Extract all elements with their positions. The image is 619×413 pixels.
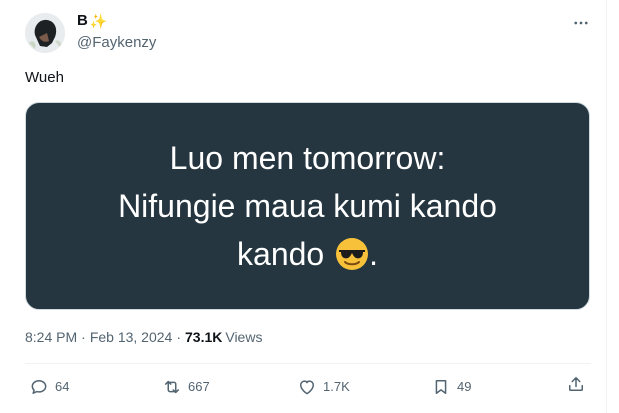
divider bbox=[25, 363, 591, 364]
media-line-3: kando . bbox=[73, 230, 543, 278]
avatar-image bbox=[25, 13, 65, 53]
share-icon bbox=[569, 377, 583, 391]
repost-count: 667 bbox=[188, 379, 210, 394]
bookmark-button[interactable]: 49 bbox=[431, 374, 471, 400]
tweet-text: Wueh bbox=[25, 69, 64, 86]
author-name-row[interactable]: B ✨ bbox=[77, 12, 107, 30]
like-button[interactable]: 1.7K bbox=[297, 374, 350, 400]
bookmark-icon bbox=[435, 380, 447, 394]
meta-separator: · bbox=[81, 329, 86, 345]
media-line-3-text: kando bbox=[237, 236, 325, 272]
media-line-3-punct: . bbox=[369, 236, 378, 272]
media-line-2: Nifungie maua kumi kando bbox=[118, 188, 497, 224]
avatar[interactable] bbox=[25, 13, 65, 53]
tweet-card: B ✨ @Faykenzy Wueh Luo men tomorrow: Nif… bbox=[0, 0, 607, 413]
media-line-1: Luo men tomorrow: bbox=[169, 140, 446, 176]
more-options-button[interactable] bbox=[570, 12, 592, 34]
meta-separator: · bbox=[176, 329, 181, 345]
more-dots-icon bbox=[574, 21, 588, 25]
reply-count: 64 bbox=[55, 379, 70, 394]
sparkle-icon: ✨ bbox=[89, 13, 108, 29]
share-button[interactable] bbox=[566, 374, 586, 394]
tweet-media-image[interactable]: Luo men tomorrow: Nifungie maua kumi kan… bbox=[25, 102, 590, 310]
reply-icon bbox=[31, 380, 47, 394]
sunglasses-emoji-icon bbox=[336, 238, 369, 270]
bookmark-count: 49 bbox=[457, 379, 472, 394]
media-caption: Luo men tomorrow: Nifungie maua kumi kan… bbox=[73, 134, 543, 278]
heart-icon bbox=[300, 380, 314, 395]
views-count: 73.1K bbox=[185, 329, 223, 345]
user-handle[interactable]: @Faykenzy bbox=[77, 34, 156, 52]
reply-button[interactable]: 64 bbox=[29, 374, 69, 400]
like-count: 1.7K bbox=[323, 379, 350, 394]
views-label: Views bbox=[225, 329, 263, 345]
tweet-meta: 8:24 PM · Feb 13, 2024 · 73.1K Views bbox=[25, 328, 262, 346]
display-name[interactable]: B bbox=[77, 12, 88, 30]
tweet-date[interactable]: Feb 13, 2024 bbox=[90, 328, 173, 346]
action-bar: 64 667 1.7K 49 bbox=[25, 374, 591, 400]
tweet-time[interactable]: 8:24 PM bbox=[25, 328, 77, 346]
repost-icon bbox=[165, 380, 179, 394]
repost-button[interactable]: 667 bbox=[162, 374, 210, 400]
